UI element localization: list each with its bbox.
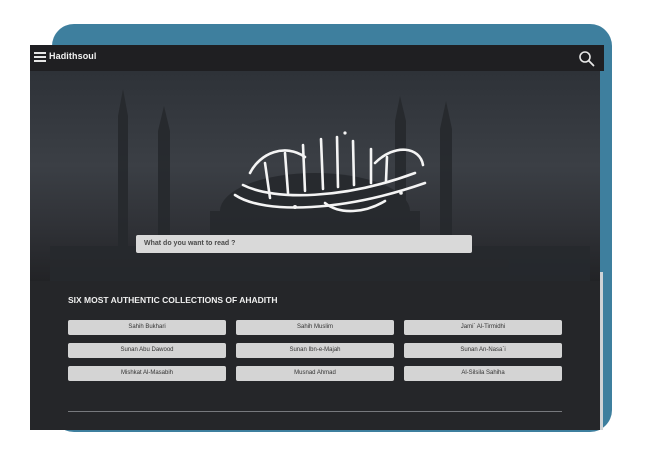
collection-button-mishkat-al-masabih[interactable]: Mishkat Al-Masabih	[68, 366, 226, 381]
search-icon[interactable]	[578, 50, 596, 68]
collection-button-sunan-abu-dawood[interactable]: Sunan Abu Dawood	[68, 343, 226, 358]
section-title: SIX MOST AUTHENTIC COLLECTIONS OF AHADIT…	[68, 295, 278, 305]
collection-button-sahih-bukhari[interactable]: Sahih Bukhari	[68, 320, 226, 335]
collections-section: SIX MOST AUTHENTIC COLLECTIONS OF AHADIT…	[30, 281, 600, 430]
section-divider	[68, 411, 562, 412]
collection-button-musnad-ahmad[interactable]: Musnad Ahmad	[236, 366, 394, 381]
collection-button-sunan-an-nasai[interactable]: Sunan An-Nasa`i	[404, 343, 562, 358]
search-input[interactable]: What do you want to read ?	[136, 235, 472, 253]
top-navbar: Hadithsoul	[30, 45, 604, 71]
collection-button-al-silsila-sahiha[interactable]: Al-Silsila Sahiha	[404, 366, 562, 381]
hero-banner: What do you want to read ?	[30, 71, 600, 281]
bismillah-calligraphy	[233, 131, 427, 213]
collection-button-sahih-muslim[interactable]: Sahih Muslim	[236, 320, 394, 335]
hamburger-menu-icon[interactable]	[34, 52, 46, 62]
collection-button-sunan-ibn-e-majah[interactable]: Sunan Ibn-e-Majah	[236, 343, 394, 358]
scrollbar-edge	[600, 272, 603, 430]
collection-button-jami-al-tirmidhi[interactable]: Jami` Al-Tirmidhi	[404, 320, 562, 335]
brand-name[interactable]: Hadithsoul	[49, 51, 97, 61]
